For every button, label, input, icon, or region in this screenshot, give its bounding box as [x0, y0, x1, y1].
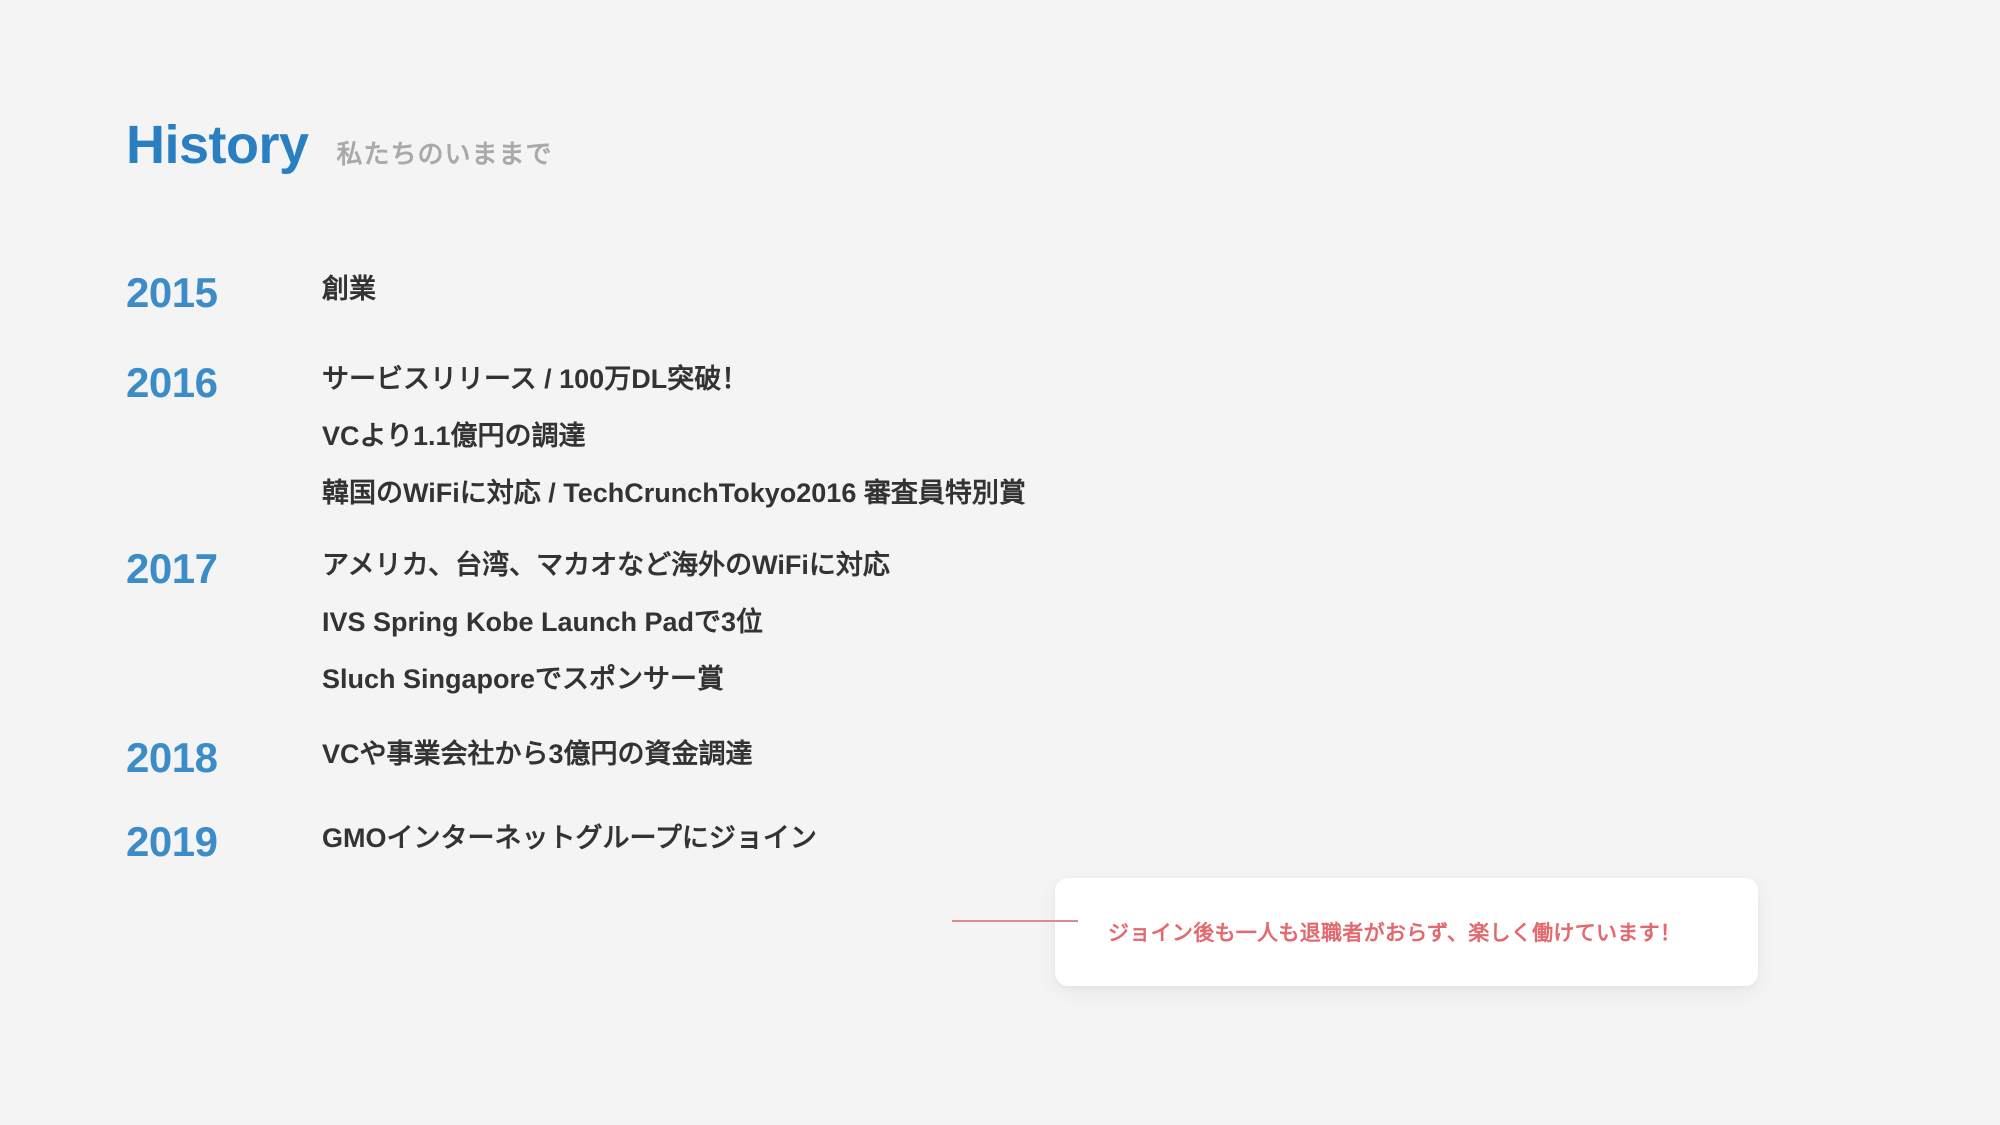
timeline-event: IVS Spring Kobe Launch Padで3位 — [322, 607, 764, 637]
timeline-event: 創業 — [322, 274, 376, 304]
timeline-year-2018: 2018 — [126, 734, 218, 781]
page-subtitle: 私たちのいままで — [336, 139, 553, 169]
timeline-row: 2017 アメリカ、台湾、マカオなど海外のWiFiに対応 IVS Spring … — [126, 548, 1886, 693]
section-header: History 私たちのいままで — [126, 118, 553, 172]
timeline-event: Sluch Singaporeでスポンサー賞 — [322, 664, 725, 694]
timeline-row: 2016 サービスリリース / 100万DL突破！ VCより1.1億円の調達 韓… — [126, 362, 1886, 507]
history-section: History 私たちのいままで 2015 創業 2016 サービスリリース /… — [0, 0, 2000, 1125]
timeline-events-2017: アメリカ、台湾、マカオなど海外のWiFiに対応 IVS Spring Kobe … — [322, 548, 1886, 693]
page-title: History — [126, 115, 309, 175]
timeline-event: 韓国のWiFiに対応 / TechCrunchTokyo2016 審査員特別賞 — [322, 478, 1026, 508]
timeline-events-2015: 創業 — [322, 272, 1886, 303]
timeline-event: サービスリリース / 100万DL突破！ — [322, 364, 749, 394]
timeline-list: 2015 創業 2016 サービスリリース / 100万DL突破！ VCより1.… — [126, 272, 1886, 863]
timeline-events-2019: GMOインターネットグループにジョイン — [322, 821, 1886, 852]
callout-card: ジョイン後も一人も退職者がおらず、楽しく働けています！ — [1055, 878, 1758, 986]
timeline-year-2017: 2017 — [126, 545, 218, 592]
timeline-year-2015: 2015 — [126, 269, 218, 316]
timeline-year-2019: 2019 — [126, 818, 218, 865]
timeline-row: 2019 GMOインターネットグループにジョイン — [126, 821, 1886, 863]
timeline-year-2016: 2016 — [126, 359, 218, 406]
timeline-event: VCより1.1億円の調達 — [322, 421, 586, 451]
callout-text: ジョイン後も一人も退職者がおらず、楽しく働けています！ — [1108, 922, 1682, 945]
timeline-row: 2015 創業 — [126, 272, 1886, 314]
timeline-row: 2018 VCや事業会社から3億円の資金調達 — [126, 737, 1886, 779]
timeline-event: アメリカ、台湾、マカオなど海外のWiFiに対応 — [322, 550, 890, 580]
timeline-event: VCや事業会社から3億円の資金調達 — [322, 739, 753, 769]
timeline-events-2016: サービスリリース / 100万DL突破！ VCより1.1億円の調達 韓国のWiF… — [322, 362, 1886, 507]
timeline-events-2018: VCや事業会社から3億円の資金調達 — [322, 737, 1886, 768]
timeline-event: GMOインターネットグループにジョイン — [322, 823, 817, 853]
